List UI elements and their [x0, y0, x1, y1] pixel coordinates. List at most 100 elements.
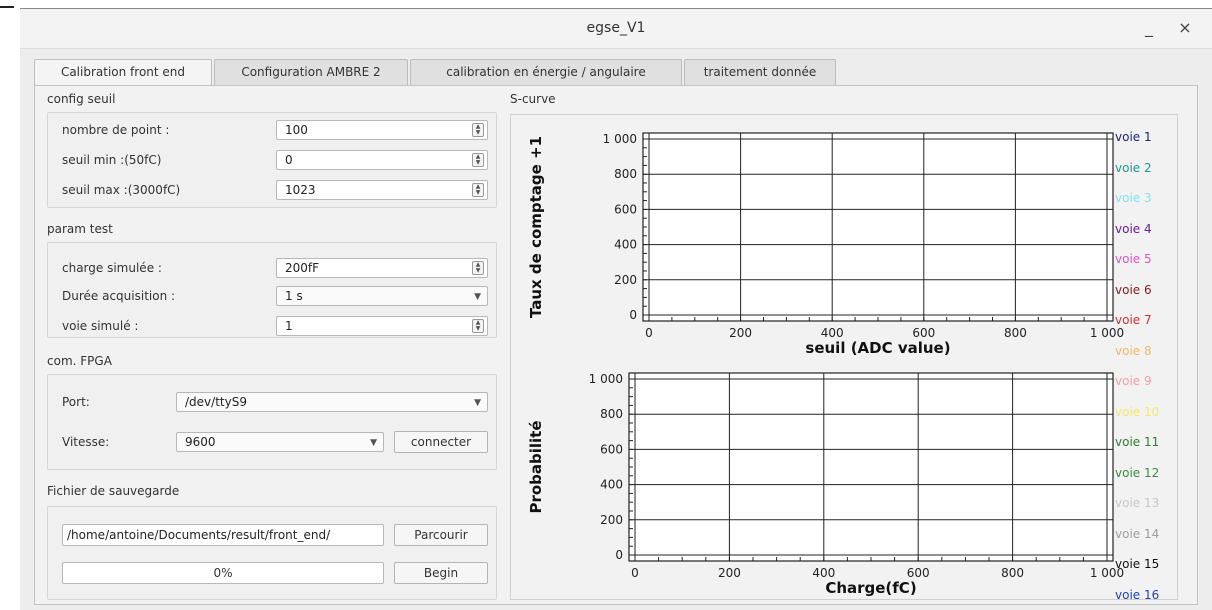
- x-tick-label: 800: [1004, 326, 1027, 340]
- minimize-icon[interactable]: _: [1138, 17, 1160, 39]
- duree-acquisition-value: 1 s: [285, 289, 303, 303]
- x-axis-label: Charge(fC): [825, 579, 916, 597]
- y-tick-label: 800: [614, 167, 637, 181]
- parcourir-button[interactable]: Parcourir: [394, 524, 488, 546]
- legend-item: voie 9: [1115, 374, 1152, 388]
- tab-configuration-ambre-2[interactable]: Configuration AMBRE 2: [214, 59, 408, 85]
- nombre-point-spinbox[interactable]: 100 ▲ ▼: [276, 120, 488, 140]
- corner-mark: [0, 6, 14, 8]
- y-tick-label: 1 000: [589, 372, 623, 386]
- save-path-input[interactable]: /home/antoine/Documents/result/front_end…: [62, 524, 384, 546]
- legend-item: voie 16: [1115, 587, 1160, 602]
- x-tick-label: 200: [729, 326, 752, 340]
- x-tick-label: 600: [907, 566, 930, 580]
- legend-item: voie 4: [1115, 221, 1152, 236]
- vitesse-combo[interactable]: 9600 ▼: [176, 432, 384, 452]
- legend-item: voie 5: [1115, 252, 1152, 266]
- y-axis-label: Probabilité: [527, 420, 545, 513]
- x-tick-label: 400: [821, 326, 844, 340]
- y-tick-label: 600: [614, 202, 637, 216]
- y-tick-label: 400: [600, 478, 623, 492]
- spin-arrows-icon[interactable]: ▲ ▼: [472, 123, 484, 137]
- nombre-point-label: nombre de point :: [62, 123, 170, 137]
- fichier-group: /home/antoine/Documents/result/front_end…: [47, 506, 497, 600]
- seuil-max-value: 1023: [285, 183, 316, 197]
- x-tick-label: 1 000: [1090, 326, 1124, 340]
- x-tick-label: 400: [812, 566, 835, 580]
- begin-button[interactable]: Begin: [394, 562, 488, 584]
- com-fpga-title: com. FPGA: [47, 354, 112, 368]
- spin-arrows-icon[interactable]: ▲ ▼: [472, 319, 484, 333]
- charge-simulee-value: 200fF: [285, 261, 320, 275]
- x-tick-label: 800: [1001, 566, 1024, 580]
- voie-simule-label: voie simulé :: [62, 319, 139, 333]
- charts-svg: 002002004004006006008008001 0001 000seui…: [527, 132, 1124, 597]
- tab-calibration-front-end[interactable]: Calibration front end: [34, 59, 212, 86]
- legend-item: voie 12: [1115, 465, 1160, 480]
- spin-arrows-icon[interactable]: ▲ ▼: [472, 183, 484, 197]
- spin-arrows-icon[interactable]: ▲ ▼: [472, 261, 484, 275]
- x-tick-label: 0: [631, 566, 639, 580]
- param-test-title: param test: [47, 222, 113, 236]
- chevron-down-icon: ▼: [474, 398, 481, 408]
- voie-simule-value: 1: [285, 319, 293, 333]
- charge-simulee-label: charge simulée :: [62, 261, 162, 275]
- duree-acquisition-combo[interactable]: 1 s ▼: [276, 286, 488, 306]
- tab-calibration-energie[interactable]: calibration en énergie / angulaire: [410, 59, 682, 85]
- chevron-down-icon: ▼: [474, 292, 481, 302]
- config-seuil-group: nombre de point : 100 ▲ ▼ seuil min :(50f…: [47, 112, 497, 208]
- legend-item: voie 11: [1115, 435, 1160, 449]
- connecter-button[interactable]: connecter: [394, 431, 488, 453]
- chevron-down-icon: ▼: [370, 438, 377, 448]
- y-tick-label: 0: [629, 308, 637, 322]
- x-tick-label: 0: [645, 326, 653, 340]
- legend-item: voie 1: [1115, 130, 1152, 144]
- plot-frame: [628, 372, 1114, 562]
- spin-arrows-icon[interactable]: ▲ ▼: [472, 153, 484, 167]
- titlebar: egse_V1 _ ×: [20, 9, 1212, 49]
- progress-text: 0%: [213, 566, 233, 580]
- port-label: Port:: [62, 395, 90, 409]
- seuil-max-spinbox[interactable]: 1023 ▲ ▼: [276, 180, 488, 200]
- legend-item: voie 3: [1115, 191, 1152, 205]
- port-combo[interactable]: /dev/ttyS9 ▼: [176, 392, 488, 412]
- y-tick-label: 600: [600, 442, 623, 456]
- y-tick-label: 1 000: [603, 132, 637, 146]
- y-tick-label: 200: [600, 513, 623, 527]
- y-axis-label: Taux de comptage +1: [527, 136, 545, 318]
- legend-item: voie 13: [1115, 496, 1160, 510]
- close-icon[interactable]: ×: [1174, 17, 1196, 39]
- charge-simulee-spinbox[interactable]: 200fF ▲ ▼: [276, 258, 488, 278]
- seuil-min-spinbox[interactable]: 0 ▲ ▼: [276, 150, 488, 170]
- legend-item: voie 7: [1115, 313, 1152, 327]
- seuil-min-value: 0: [285, 153, 293, 167]
- x-tick-label: 600: [912, 326, 935, 340]
- x-tick-label: 200: [718, 566, 741, 580]
- plot-title: S-curve: [510, 92, 556, 106]
- legend-item: voie 15: [1115, 557, 1160, 571]
- window-title: egse_V1: [586, 20, 646, 36]
- tab-panel: config seuil nombre de point : 100 ▲ ▼ se…: [34, 85, 1198, 605]
- legend-item: voie 8: [1115, 343, 1152, 358]
- legend-item: voie 2: [1115, 160, 1152, 175]
- param-test-group: charge simulée : 200fF ▲ ▼ Durée acquisit…: [47, 242, 497, 338]
- voie-simule-spinbox[interactable]: 1 ▲ ▼: [276, 316, 488, 336]
- port-value: /dev/ttyS9: [185, 395, 247, 409]
- legend-item: voie 14: [1115, 526, 1160, 541]
- com-fpga-group: Port: /dev/ttyS9 ▼ Vitesse: 9600 ▼ conne…: [47, 374, 497, 470]
- fichier-title: Fichier de sauvegarde: [47, 484, 180, 498]
- vitesse-value: 9600: [185, 435, 216, 449]
- y-tick-label: 800: [600, 407, 623, 421]
- seuil-max-label: seuil max :(3000fC): [62, 183, 181, 197]
- tab-traitement-donnee[interactable]: traitement donnée: [684, 59, 836, 85]
- plot-area: 0 0 200 200 400 400 600 600 800 800 1 000 1 000 seui…: [510, 114, 1178, 600]
- config-seuil-title: config seuil: [47, 92, 116, 106]
- duree-acquisition-label: Durée acquisition :: [62, 289, 176, 303]
- plot-frame: [642, 132, 1114, 322]
- x-axis-label: seuil (ADC value): [805, 339, 950, 357]
- y-tick-label: 0: [615, 548, 623, 562]
- legend-item: voie 10: [1115, 404, 1160, 419]
- legend-item: voie 6: [1115, 282, 1152, 297]
- nombre-point-value: 100: [285, 123, 308, 137]
- vitesse-label: Vitesse:: [62, 435, 110, 449]
